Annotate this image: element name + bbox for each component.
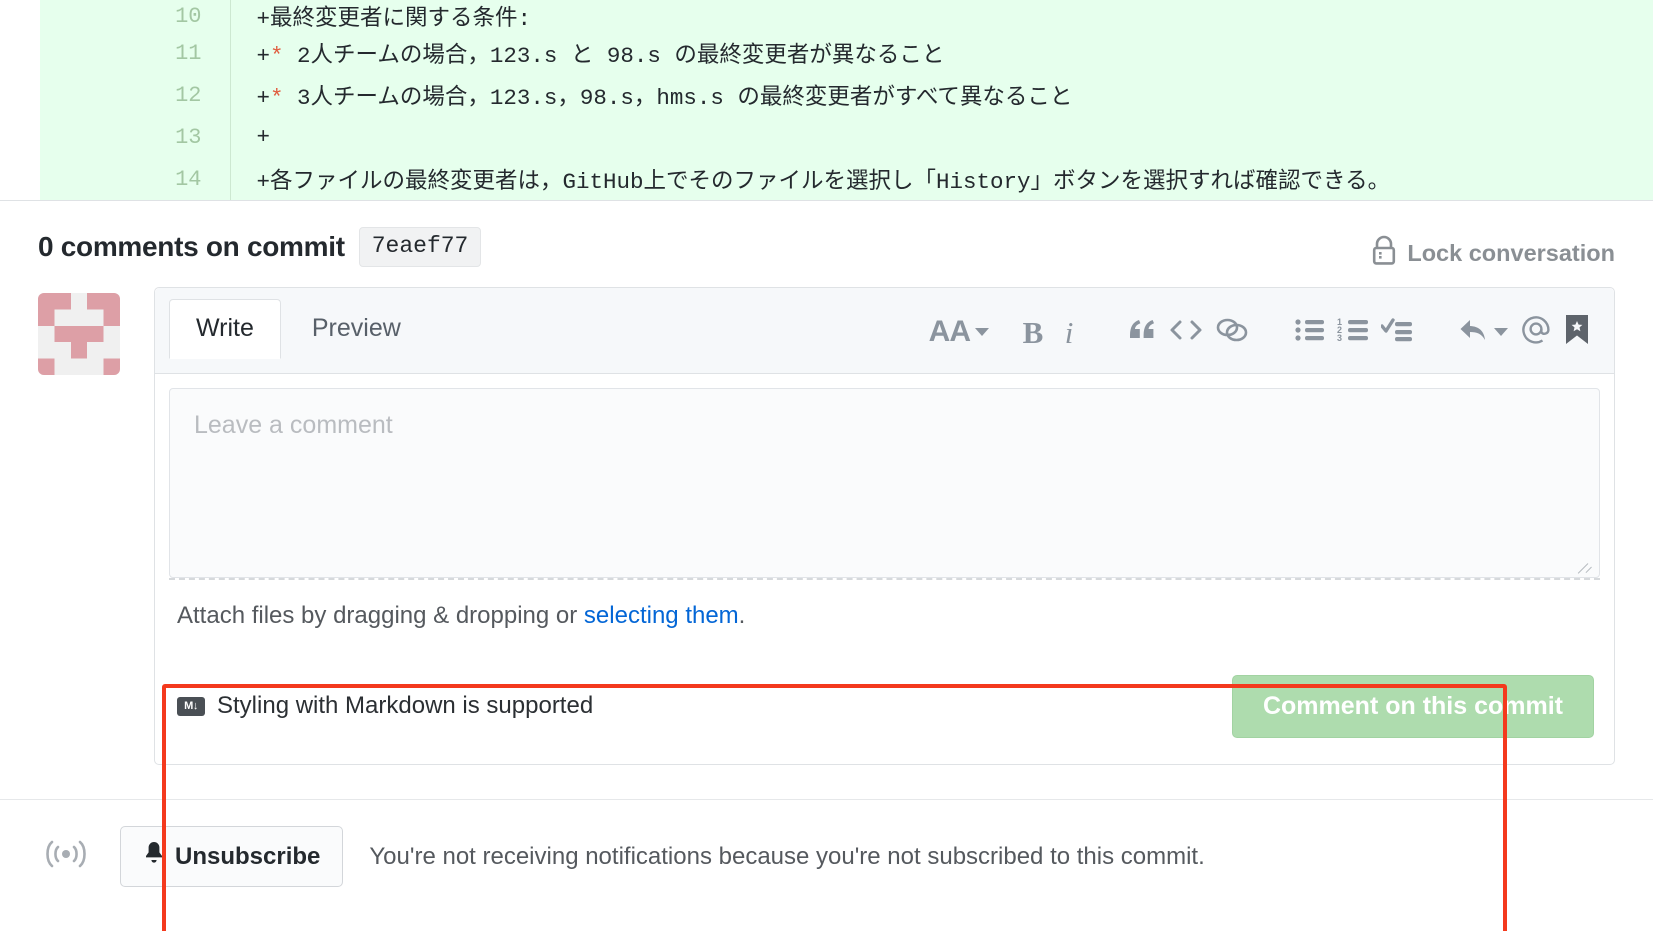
markdown-support-note[interactable]: M↓ Styling with Markdown is supported — [177, 692, 593, 720]
editor-tabnav: Write Preview AA B i 1 2 3 — [155, 288, 1614, 374]
diff-bullet-marker: * — [270, 85, 284, 111]
unordered-list-icon — [1295, 317, 1325, 348]
tab-preview[interactable]: Preview — [285, 299, 428, 359]
page-title: 0 comments on commit — [38, 231, 345, 262]
editor-body: Leave a comment — [155, 374, 1614, 578]
diff-gutter — [0, 0, 40, 32]
saved-replies-button[interactable] — [1558, 310, 1596, 354]
lock-conversation-button[interactable]: Lock conversation — [1371, 235, 1615, 271]
unsubscribe-icon — [143, 841, 165, 872]
tab-write[interactable]: Write — [169, 299, 281, 359]
diff-row[interactable]: 10 +最終変更者に関する条件: — [0, 0, 1653, 32]
unsubscribe-button[interactable]: Unsubscribe — [120, 826, 344, 887]
diff-bullet-marker: * — [270, 43, 284, 69]
diff-line-content: +最終変更者に関する条件: — [230, 0, 1653, 32]
diff-line-number: 12 — [40, 74, 231, 116]
identicon-avatar-image — [38, 293, 120, 375]
diff-row[interactable]: 14 +各ファイルの最終変更者は，GitHub上でそのファイルを選択し「Hist… — [0, 158, 1653, 200]
diff-line-text: 各ファイルの最終変更者は，GitHub上でそのファイルを選択し「History」… — [270, 169, 1391, 195]
bold-icon: B — [1022, 314, 1044, 350]
link-icon — [1215, 317, 1249, 348]
diff-block: 10 +最終変更者に関する条件: 11 +* 2人チームの場合，123.s と … — [0, 0, 1653, 201]
bold-button[interactable]: B — [1015, 310, 1051, 354]
quote-button[interactable] — [1121, 310, 1163, 354]
diff-row[interactable]: 13 + — [0, 116, 1653, 158]
diff-plus-marker: + — [256, 85, 271, 111]
code-button[interactable] — [1163, 310, 1209, 354]
diff-line-text: 3人チームの場合，123.s，98.s，hms.s の最終変更者がすべて異なるこ… — [283, 85, 1073, 111]
heading-size-button[interactable]: AA — [923, 310, 995, 354]
diff-plus-marker: + — [256, 124, 271, 150]
reply-icon — [1459, 317, 1489, 348]
attach-files-text: Attach files by dragging & dropping or — [177, 602, 584, 629]
diff-gutter — [0, 116, 40, 158]
unordered-list-button[interactable] — [1289, 310, 1331, 354]
markdown-icon: M↓ — [177, 696, 205, 716]
attach-files-dropzone[interactable]: Attach files by dragging & dropping or s… — [169, 578, 1600, 654]
markdown-support-label: Styling with Markdown is supported — [217, 692, 594, 719]
diff-table: 10 +最終変更者に関する条件: 11 +* 2人チームの場合，123.s と … — [0, 0, 1653, 200]
diff-line-number: 13 — [40, 116, 231, 158]
subscription-bar: Unsubscribe You're not receiving notific… — [0, 800, 1653, 887]
broadcast-icon — [38, 834, 94, 879]
diff-gutter — [0, 32, 40, 74]
svg-text:3: 3 — [1337, 333, 1342, 343]
quote-icon — [1127, 317, 1157, 348]
italic-icon: i — [1064, 314, 1074, 350]
mention-icon — [1520, 314, 1552, 351]
diff-plus-marker: + — [256, 169, 271, 195]
unsubscribe-label: Unsubscribe — [175, 842, 321, 870]
diff-line-number: 14 — [40, 158, 231, 200]
comments-header: 0 comments on commit 7eaef77 Lock convers… — [0, 201, 1653, 287]
diff-plus-marker: + — [256, 43, 271, 69]
comment-input[interactable]: Leave a comment — [169, 388, 1600, 578]
reply-button[interactable] — [1453, 310, 1514, 354]
commit-sha[interactable]: 7eaef77 — [358, 227, 482, 267]
diff-gutter — [0, 158, 40, 200]
diff-gutter — [0, 74, 40, 116]
diff-row[interactable]: 12 +* 3人チームの場合，123.s，98.s，hms.s の最終変更者がす… — [0, 74, 1653, 116]
submit-comment-button[interactable]: Comment on this commit — [1231, 674, 1594, 738]
diff-line-content: +* 2人チームの場合，123.s と 98.s の最終変更者が異なること — [230, 32, 1653, 74]
task-list-icon — [1380, 317, 1413, 348]
diff-line-number: 11 — [40, 32, 231, 74]
diff-line-number: 10 — [40, 0, 231, 32]
diff-line-text: 最終変更者に関する条件: — [270, 6, 532, 32]
bookmark-icon — [1564, 314, 1590, 351]
ordered-list-button[interactable]: 1 2 3 — [1331, 310, 1375, 354]
code-icon — [1169, 318, 1203, 347]
chevron-down-icon — [1494, 328, 1508, 336]
link-button[interactable] — [1209, 310, 1255, 354]
mention-button[interactable] — [1514, 310, 1558, 354]
lock-conversation-label: Lock conversation — [1407, 239, 1615, 266]
comment-form: Write Preview AA B i 1 2 3 Leave a comme… — [154, 287, 1615, 765]
avatar[interactable] — [38, 293, 120, 375]
diff-line-content: +各ファイルの最終変更者は，GitHub上でそのファイルを選択し「History… — [230, 158, 1653, 200]
comment-form-area: Write Preview AA B i 1 2 3 Leave a comme… — [0, 287, 1653, 931]
diff-line-content: + — [230, 116, 1653, 158]
italic-button[interactable]: i — [1051, 310, 1087, 354]
diff-plus-marker: + — [256, 6, 271, 32]
resize-handle[interactable] — [1572, 550, 1592, 574]
chevron-down-icon — [975, 328, 989, 336]
heading-size-label: AA — [928, 315, 971, 348]
diff-table-body: 10 +最終変更者に関する条件: 11 +* 2人チームの場合，123.s と … — [0, 0, 1653, 200]
select-files-link[interactable]: selecting them — [584, 602, 739, 629]
subscription-status-text: You're not receiving notifications becau… — [369, 842, 1205, 870]
markdown-toolbar: AA B i 1 2 3 — [923, 310, 1596, 354]
diff-line-content: +* 3人チームの場合，123.s，98.s，hms.s の最終変更者がすべて異… — [230, 74, 1653, 116]
task-list-button[interactable] — [1375, 310, 1419, 354]
comment-form-footer: M↓ Styling with Markdown is supported Co… — [155, 654, 1614, 764]
ordered-list-icon: 1 2 3 — [1337, 317, 1369, 348]
lock-icon — [1371, 235, 1397, 271]
attach-files-suffix: . — [738, 602, 746, 629]
diff-line-text: 2人チームの場合，123.s と 98.s の最終変更者が異なること — [283, 43, 945, 69]
diff-row[interactable]: 11 +* 2人チームの場合，123.s と 98.s の最終変更者が異なること — [0, 32, 1653, 74]
